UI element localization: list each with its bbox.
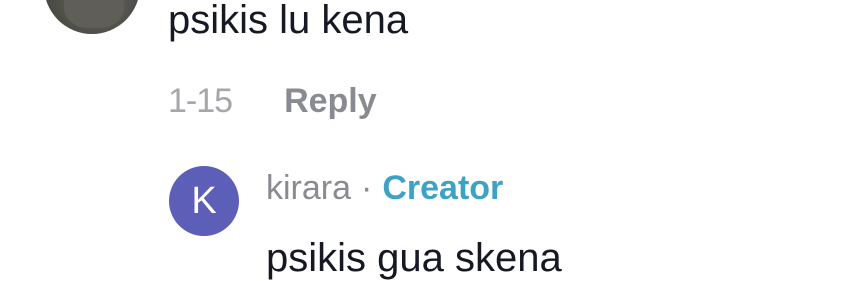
comment-date: 1-15 xyxy=(168,81,233,120)
commenter-avatar[interactable] xyxy=(44,0,140,34)
reply-avatar[interactable]: K xyxy=(169,166,239,236)
reply-text: psikis gua skena xyxy=(266,236,562,280)
reply-header: kirara · Creator xyxy=(266,167,503,209)
reply-button[interactable]: Reply xyxy=(284,82,377,121)
comment-text: psikis lu kena xyxy=(168,0,409,42)
comment-meta: 1-15 Reply xyxy=(168,80,377,122)
avatar-initial: K xyxy=(191,179,217,222)
creator-badge: Creator xyxy=(382,168,504,207)
separator-dot: · xyxy=(361,168,373,207)
reply-username[interactable]: kirara xyxy=(266,169,351,208)
avatar-photo-shape xyxy=(64,0,124,28)
